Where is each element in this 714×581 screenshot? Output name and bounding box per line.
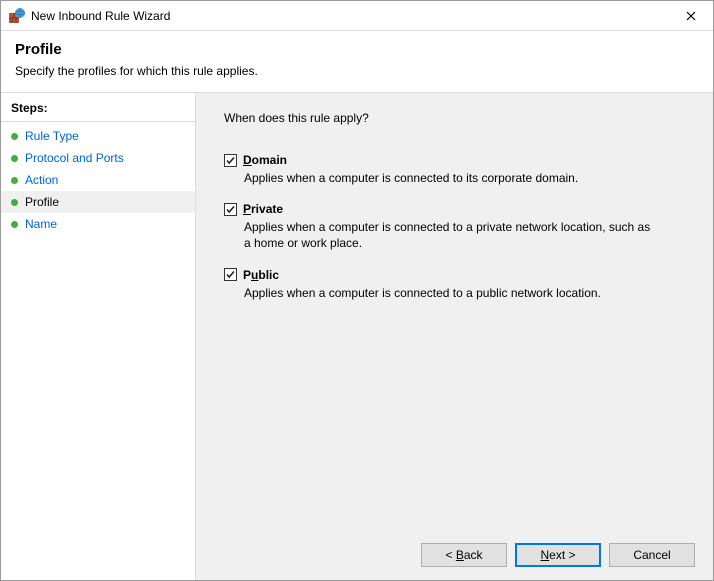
step-label: Name — [25, 217, 57, 231]
page-subtitle: Specify the profiles for which this rule… — [15, 64, 699, 78]
wizard-header: Profile Specify the profiles for which t… — [1, 31, 713, 93]
cancel-button[interactable]: Cancel — [609, 543, 695, 567]
option-description-private: Applies when a computer is connected to … — [244, 219, 654, 251]
option-row: Public — [224, 268, 654, 282]
profile-options: Domain Applies when a computer is connect… — [224, 153, 691, 301]
question-text: When does this rule apply? — [224, 111, 691, 125]
option-label-public[interactable]: Public — [243, 268, 279, 282]
step-label: Rule Type — [25, 129, 79, 143]
steps-sidebar: Steps: Rule Type Protocol and Ports Action… — [1, 93, 196, 580]
step-item-profile: Profile — [1, 191, 195, 213]
option-label-domain[interactable]: Domain — [243, 153, 287, 167]
option-row: Private — [224, 202, 654, 216]
profile-option-domain: Domain Applies when a computer is connect… — [224, 153, 654, 186]
titlebar: New Inbound Rule Wizard — [1, 1, 713, 31]
step-label: Protocol and Ports — [25, 151, 124, 165]
step-item-rule-type[interactable]: Rule Type — [1, 125, 195, 147]
main-panel: When does this rule apply? Domain Applies… — [196, 93, 713, 580]
wizard-body: Steps: Rule Type Protocol and Ports Action… — [1, 93, 713, 580]
step-bullet-icon — [11, 177, 18, 184]
firewall-icon — [9, 8, 25, 24]
button-row: < Back Next > Cancel — [196, 530, 713, 580]
window-title: New Inbound Rule Wizard — [31, 9, 668, 23]
main-content: When does this rule apply? Domain Applies… — [196, 93, 713, 530]
checkbox-private[interactable] — [224, 203, 237, 216]
profile-option-public: Public Applies when a computer is connect… — [224, 268, 654, 301]
checkbox-public[interactable] — [224, 268, 237, 281]
back-button[interactable]: < Back — [421, 543, 507, 567]
steps-header: Steps: — [1, 93, 195, 122]
wizard-window: New Inbound Rule Wizard Profile Specify … — [0, 0, 714, 581]
step-bullet-icon — [11, 155, 18, 162]
next-button[interactable]: Next > — [515, 543, 601, 567]
checkbox-domain[interactable] — [224, 154, 237, 167]
steps-list: Rule Type Protocol and Ports Action Profile… — [1, 122, 195, 235]
page-heading: Profile — [15, 41, 699, 58]
option-description-public: Applies when a computer is connected to … — [244, 285, 654, 301]
option-label-private[interactable]: Private — [243, 202, 283, 216]
step-item-protocol-and-ports[interactable]: Protocol and Ports — [1, 147, 195, 169]
close-button[interactable] — [668, 1, 713, 31]
step-bullet-icon — [11, 199, 18, 206]
step-item-name[interactable]: Name — [1, 213, 195, 235]
step-bullet-icon — [11, 221, 18, 228]
profile-option-private: Private Applies when a computer is connec… — [224, 202, 654, 251]
step-bullet-icon — [11, 133, 18, 140]
step-label: Action — [25, 173, 58, 187]
step-item-action[interactable]: Action — [1, 169, 195, 191]
step-label: Profile — [25, 195, 59, 209]
option-row: Domain — [224, 153, 654, 167]
option-description-domain: Applies when a computer is connected to … — [244, 170, 654, 186]
